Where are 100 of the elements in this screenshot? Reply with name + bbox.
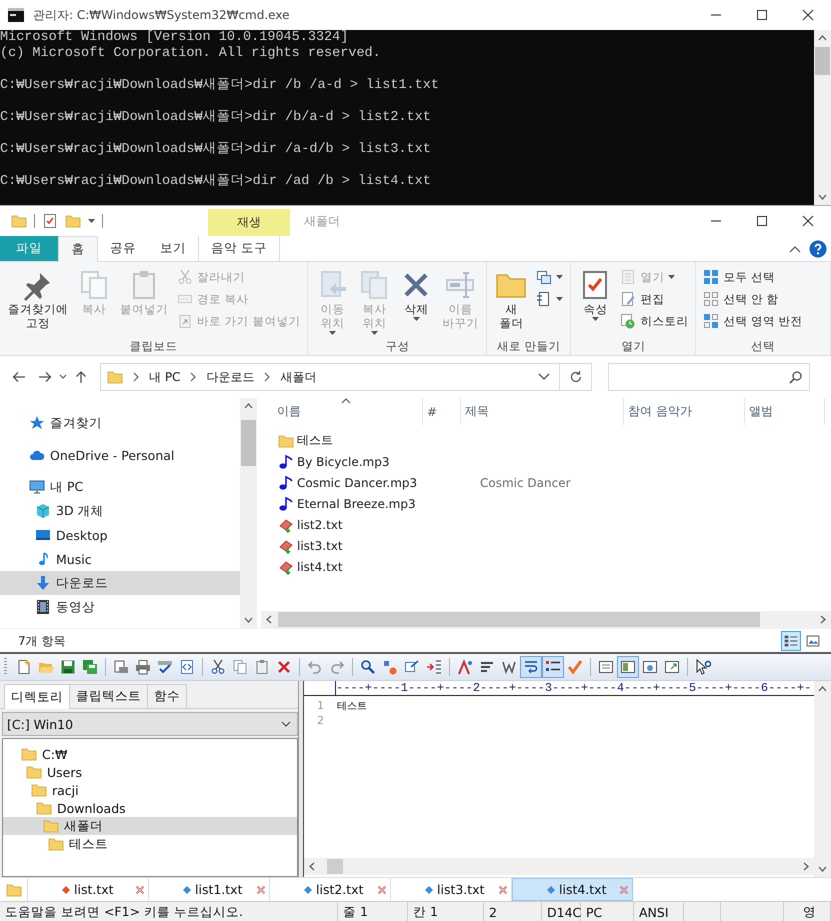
file-name[interactable]: Cosmic Dancer.mp3 bbox=[297, 476, 418, 490]
ribbon-tab[interactable]: 홈 bbox=[58, 236, 98, 262]
checked-document-icon[interactable] bbox=[42, 213, 58, 229]
folder-icon bbox=[278, 432, 294, 448]
list-panel-icon bbox=[598, 659, 614, 675]
caret-icon bbox=[370, 331, 378, 336]
ribbon-button[interactable]: 선택 영역 반전 bbox=[699, 310, 807, 332]
print-preview-icon bbox=[113, 659, 129, 675]
refresh-button[interactable] bbox=[568, 370, 582, 384]
toolbar-button[interactable] bbox=[520, 656, 542, 678]
ribbon-button[interactable]: 편집 bbox=[616, 288, 692, 310]
text-area[interactable]: 1 테스트 2 bbox=[304, 696, 814, 858]
nav-item[interactable]: 즐겨찾기 bbox=[0, 411, 240, 435]
scroll-thumb[interactable] bbox=[815, 47, 830, 75]
history-icon bbox=[620, 313, 636, 329]
file-name[interactable]: list2.txt bbox=[297, 518, 343, 532]
document-tab[interactable]: list.txt bbox=[28, 878, 149, 901]
scrollbar[interactable] bbox=[304, 858, 814, 875]
dropdown-icon[interactable] bbox=[538, 373, 550, 381]
caret-icon bbox=[412, 317, 420, 322]
folder-name[interactable]: Downloads bbox=[57, 800, 126, 816]
desktop-icon bbox=[35, 527, 51, 543]
ribbon-button[interactable]: 속성 bbox=[574, 266, 616, 325]
undo-icon bbox=[307, 659, 323, 675]
file-name[interactable]: By Bicycle.mp3 bbox=[297, 454, 390, 468]
folder-name[interactable]: C:₩ bbox=[42, 746, 68, 762]
details-view-button[interactable] bbox=[781, 631, 801, 651]
ruler: ----+----1----+----2----+----3----+----4----+----5----+----6----+- bbox=[336, 682, 812, 694]
item-count: 7개 항목 bbox=[18, 632, 66, 650]
search-field[interactable] bbox=[608, 363, 810, 391]
help-pointer-icon bbox=[695, 659, 711, 675]
ribbon-tab[interactable]: 보기 bbox=[148, 236, 198, 261]
close-tab-icon[interactable] bbox=[135, 884, 145, 894]
help-icon[interactable] bbox=[809, 240, 827, 258]
toolbar-button[interactable] bbox=[542, 656, 564, 678]
drive-dropdown[interactable]: [C:] Win10 bbox=[2, 712, 298, 736]
ribbon-button[interactable]: 새 폴더 bbox=[490, 266, 532, 333]
toolbar-button[interactable] bbox=[617, 656, 639, 678]
folder-name[interactable]: racji bbox=[52, 782, 79, 798]
address-bar[interactable]: 내 PC 다운로드 새폴더 bbox=[100, 363, 560, 391]
delete-icon bbox=[276, 659, 292, 675]
close-tab-icon[interactable] bbox=[377, 884, 387, 894]
delete-button[interactable]: 삭제 bbox=[395, 266, 438, 325]
breadcrumb[interactable]: 다운로드 bbox=[206, 368, 254, 386]
nav-item[interactable]: OneDrive - Personal bbox=[0, 443, 240, 467]
chevron-icon bbox=[281, 721, 291, 727]
indent-icon bbox=[426, 659, 442, 675]
file-name[interactable]: list3.txt bbox=[297, 538, 343, 552]
scrollbar[interactable] bbox=[814, 30, 831, 205]
file-name[interactable]: 테스트 bbox=[297, 432, 333, 449]
column-header[interactable]: 앨범 bbox=[749, 403, 773, 420]
folder-name[interactable]: 새폴더 bbox=[64, 818, 103, 834]
split-panel-icon bbox=[620, 659, 636, 675]
panel-tab[interactable]: 함수 bbox=[147, 684, 187, 708]
window-icon bbox=[664, 659, 680, 675]
nav-item[interactable]: Desktop bbox=[0, 523, 240, 547]
document-tab[interactable]: list4.txt bbox=[512, 878, 633, 901]
close-tab-icon[interactable] bbox=[619, 884, 629, 894]
folder-name[interactable]: 테스트 bbox=[69, 836, 108, 852]
invert-selection-icon bbox=[703, 313, 720, 329]
status-text: 2 bbox=[489, 905, 497, 920]
music-note-icon bbox=[278, 496, 294, 512]
close-tab-icon[interactable] bbox=[498, 884, 508, 894]
scroll-thumb[interactable] bbox=[241, 420, 256, 466]
column-header[interactable]: 참여 음악가 bbox=[628, 403, 692, 420]
status-text: 줄 1 bbox=[343, 904, 368, 921]
scrollbar[interactable] bbox=[261, 611, 831, 628]
ribbon-button[interactable]: 모두 선택 bbox=[699, 266, 807, 288]
group-label: 선택 bbox=[751, 338, 776, 355]
ribbon-tab[interactable]: 공유 bbox=[98, 236, 148, 261]
document-tab[interactable]: list2.txt bbox=[270, 878, 391, 901]
column-header[interactable]: 이름 bbox=[277, 403, 301, 420]
breadcrumb[interactable]: 내 PC bbox=[149, 368, 180, 386]
nav-item[interactable]: 동영상 bbox=[0, 595, 240, 619]
text-file-icon bbox=[278, 558, 294, 574]
folder-name[interactable]: Users bbox=[47, 764, 82, 780]
panel-tab[interactable]: 디렉토리 bbox=[4, 684, 70, 709]
console-line: Microsoft Windows [Version 10.0.19045.3324] bbox=[0, 30, 348, 46]
column-header[interactable]: 제목 bbox=[465, 403, 489, 420]
scroll-thumb[interactable] bbox=[327, 859, 343, 874]
nav-item[interactable]: 내 PC bbox=[0, 475, 240, 499]
scroll-thumb[interactable] bbox=[278, 612, 760, 627]
open-icon bbox=[620, 269, 636, 285]
scrollbar[interactable] bbox=[814, 681, 831, 877]
nav-item[interactable]: 3D 개체 bbox=[0, 499, 240, 523]
status-text: D14C bbox=[547, 905, 582, 920]
column-header[interactable]: # bbox=[427, 404, 438, 418]
breadcrumb[interactable]: 새폴더 bbox=[280, 368, 316, 386]
nav-item[interactable]: 다운로드 bbox=[0, 571, 240, 595]
console-line: C:₩Users₩racji₩Downloads₩새폴더>dir /b /a-d > list1.txt bbox=[0, 78, 439, 94]
file-name[interactable]: Eternal Breeze.mp3 bbox=[297, 496, 416, 510]
scrollbar[interactable] bbox=[240, 398, 257, 628]
ribbon-button[interactable]: 즐겨찾기에 고정 bbox=[3, 266, 73, 333]
nav-item[interactable]: Music bbox=[0, 547, 240, 571]
file-name[interactable]: list4.txt bbox=[297, 560, 343, 574]
ribbon-button[interactable]: 히스토리 bbox=[616, 310, 692, 332]
close-tab-icon[interactable] bbox=[256, 884, 266, 894]
document-tab[interactable]: list1.txt bbox=[149, 878, 270, 901]
collapse-ribbon-icon[interactable] bbox=[789, 244, 801, 252]
ribbon-button[interactable]: 선택 안 함 bbox=[699, 288, 807, 310]
